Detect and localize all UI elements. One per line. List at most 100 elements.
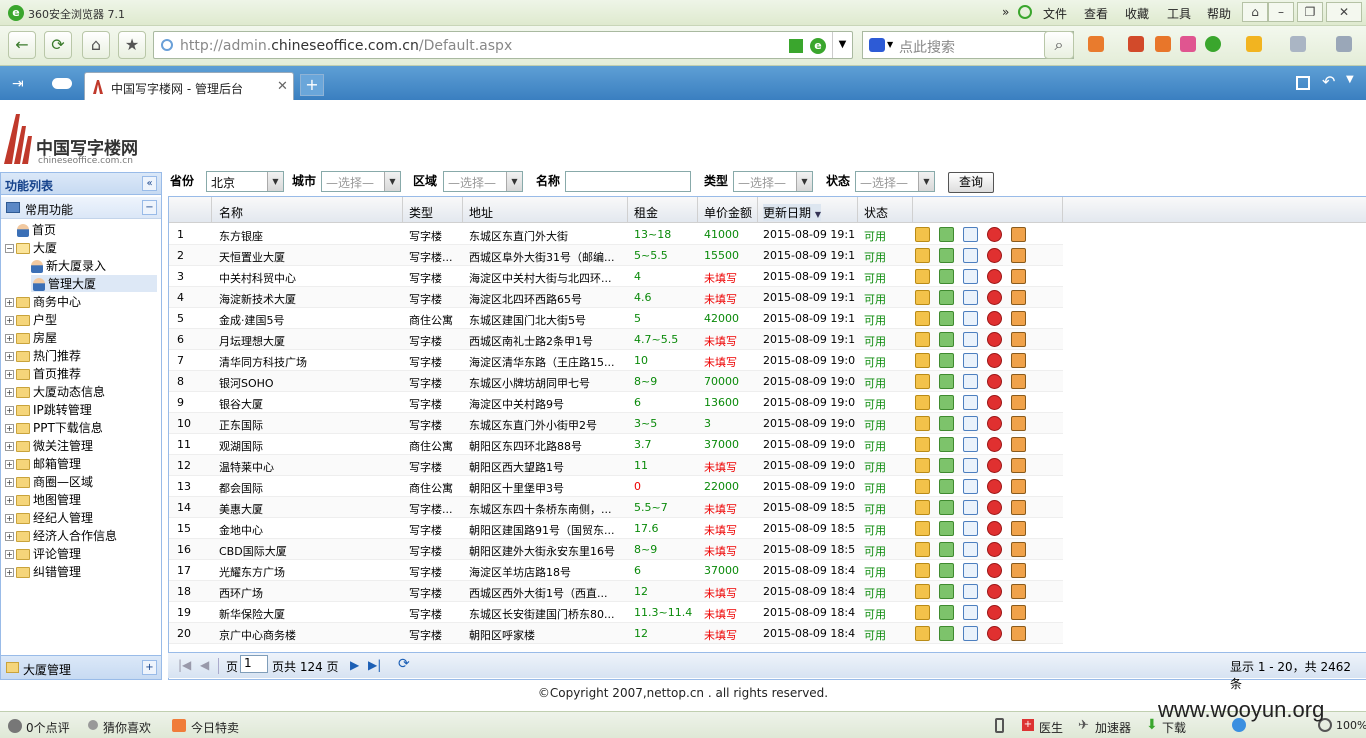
edit-icon[interactable] <box>915 416 930 431</box>
modify-icon[interactable] <box>939 542 954 557</box>
note-icon[interactable] <box>1011 521 1026 536</box>
detail-icon[interactable] <box>963 626 978 641</box>
expand-icon[interactable]: + <box>5 550 14 559</box>
note-icon[interactable] <box>1011 563 1026 578</box>
delete-icon[interactable] <box>987 584 1002 599</box>
search-icon[interactable]: ⌕ <box>1044 31 1074 59</box>
table-row[interactable]: 2 天恒置业大厦 写字楼... 西城区阜外大街31号（邮编... 5~5.5 15500 2… <box>169 245 1063 266</box>
delete-icon[interactable] <box>987 416 1002 431</box>
detail-icon[interactable] <box>963 542 978 557</box>
table-row[interactable]: 15 金地中心 写字楼 朝阳区建国路91号（国贸东... 17.6 未填写 2015-08-… <box>169 518 1063 539</box>
col-update-date[interactable]: 更新日期 ▼ <box>763 204 821 221</box>
expand-icon[interactable]: + <box>5 514 14 523</box>
note-icon[interactable] <box>1011 458 1026 473</box>
table-row[interactable]: 13 都会国际 商住公寓 朝阳区十里堡甲3号 0 22000 2015-08-09 19:0… <box>169 476 1063 497</box>
province-select[interactable]: 北京 ▼ <box>206 171 284 192</box>
calendar-icon[interactable] <box>1128 36 1144 52</box>
modify-icon[interactable] <box>939 374 954 389</box>
footer-expand-icon[interactable]: + <box>142 660 157 675</box>
sidebar-item[interactable]: 管理大厦 <box>31 275 157 292</box>
col-type[interactable]: 类型 <box>409 204 433 221</box>
section-collapse-icon[interactable]: − <box>142 200 157 215</box>
edit-icon[interactable] <box>915 395 930 410</box>
detail-icon[interactable] <box>963 395 978 410</box>
edit-icon[interactable] <box>915 437 930 452</box>
table-row[interactable]: 16 CBD国际大厦 写字楼 朝阳区建外大街永安东里16号 8~9 未填写 2015-08-… <box>169 539 1063 560</box>
delete-icon[interactable] <box>987 605 1002 620</box>
restore-tabs-icon[interactable] <box>1296 76 1310 90</box>
sidebar-toggle-icon[interactable]: ⇥ <box>12 76 24 92</box>
prev-page-icon[interactable]: ◀ <box>200 658 209 672</box>
sidebar-section[interactable]: 常用功能 − <box>1 197 161 219</box>
tab-close-icon[interactable]: ✕ <box>277 79 288 94</box>
expand-icon[interactable]: + <box>5 568 14 577</box>
address-dropdown-icon[interactable]: ▼ <box>832 32 852 58</box>
delete-icon[interactable] <box>987 479 1002 494</box>
modify-icon[interactable] <box>939 563 954 578</box>
sidebar-item[interactable]: + 大厦动态信息 <box>5 383 105 400</box>
table-row[interactable]: 14 美惠大厦 写字楼... 东城区东四十条桥东南侧，... 5.5~7 未填写 2015-… <box>169 497 1063 518</box>
sidebar-item[interactable]: 新大厦录入 <box>31 257 106 274</box>
detail-icon[interactable] <box>963 311 978 326</box>
sidebar-item[interactable]: + 地图管理 <box>5 491 81 508</box>
detail-icon[interactable] <box>963 248 978 263</box>
expand-icon[interactable]: + <box>5 334 14 343</box>
edit-icon[interactable] <box>915 311 930 326</box>
search-input[interactable]: 点此搜索 <box>899 37 955 57</box>
status-select[interactable]: —选择— ▼ <box>855 171 935 192</box>
modify-icon[interactable] <box>939 353 954 368</box>
user-icon[interactable] <box>1018 5 1032 19</box>
detail-icon[interactable] <box>963 563 978 578</box>
edit-icon[interactable] <box>915 248 930 263</box>
note-icon[interactable] <box>1011 395 1026 410</box>
refresh-grid-icon[interactable]: ⟳ <box>398 656 410 672</box>
delete-icon[interactable] <box>987 626 1002 641</box>
type-select[interactable]: —选择— ▼ <box>733 171 813 192</box>
close-icon[interactable]: ✕ <box>1326 2 1362 22</box>
delete-icon[interactable] <box>987 248 1002 263</box>
note-icon[interactable] <box>1011 353 1026 368</box>
sidebar-item[interactable]: + 微关注管理 <box>5 437 93 454</box>
table-row[interactable]: 6 月坛理想大厦 写字楼 西城区南礼士路2条甲1号 4.7~5.5 未填写 2015-08-… <box>169 329 1063 350</box>
menu-favorites[interactable]: 收藏 <box>1125 5 1149 22</box>
tab-admin[interactable]: 中国写字楼网 - 管理后台 ✕ <box>84 72 294 100</box>
modify-icon[interactable] <box>939 605 954 620</box>
address-bar[interactable]: http://admin.chineseoffice.com.cn/Defaul… <box>153 31 853 59</box>
edit-icon[interactable] <box>915 458 930 473</box>
table-row[interactable]: 7 清华同方科技广场 写字楼 海淀区清华东路（王庄路15... 10 未填写 2015-08… <box>169 350 1063 371</box>
menu-help[interactable]: 帮助 <box>1207 5 1231 22</box>
collapse-icon[interactable]: − <box>5 244 14 253</box>
note-icon[interactable] <box>1011 374 1026 389</box>
delete-icon[interactable] <box>987 521 1002 536</box>
edit-icon[interactable] <box>915 227 930 242</box>
table-row[interactable]: 10 正东国际 写字楼 东城区东直门外小街甲2号 3~5 3 2015-08-09 19:0… <box>169 413 1063 434</box>
mail-icon[interactable] <box>1180 36 1196 52</box>
search-engine-icon[interactable] <box>869 38 885 52</box>
edit-icon[interactable] <box>915 353 930 368</box>
detail-icon[interactable] <box>963 479 978 494</box>
modify-icon[interactable] <box>939 311 954 326</box>
search-engine-dropdown-icon[interactable]: ▼ <box>887 40 893 49</box>
edit-icon[interactable] <box>915 521 930 536</box>
note-icon[interactable] <box>1011 269 1026 284</box>
edit-icon[interactable] <box>915 269 930 284</box>
note-icon[interactable] <box>1011 500 1026 515</box>
table-row[interactable]: 19 新华保险大厦 写字楼 东城区长安街建国门桥东80... 11.3~11.4 未填写 2… <box>169 602 1063 623</box>
expand-icon[interactable]: + <box>5 352 14 361</box>
note-icon[interactable] <box>1011 416 1026 431</box>
note-icon[interactable] <box>1011 584 1026 599</box>
coin-icon[interactable] <box>1246 36 1262 52</box>
sidebar-item[interactable]: + 热门推荐 <box>5 347 81 364</box>
sidebar-item[interactable]: + 纠错管理 <box>5 563 81 580</box>
expand-icon[interactable]: + <box>5 532 14 541</box>
sidebar-item[interactable]: + 评论管理 <box>5 545 81 562</box>
note-icon[interactable] <box>1011 479 1026 494</box>
edit-icon[interactable] <box>915 500 930 515</box>
detail-icon[interactable] <box>963 332 978 347</box>
detail-icon[interactable] <box>963 290 978 305</box>
detail-icon[interactable] <box>963 458 978 473</box>
edit-icon[interactable] <box>915 479 930 494</box>
sidebar-item[interactable]: + 商务中心 <box>5 293 81 310</box>
expand-icon[interactable]: + <box>5 406 14 415</box>
tab-menu-icon[interactable]: ▼ <box>1346 74 1354 85</box>
